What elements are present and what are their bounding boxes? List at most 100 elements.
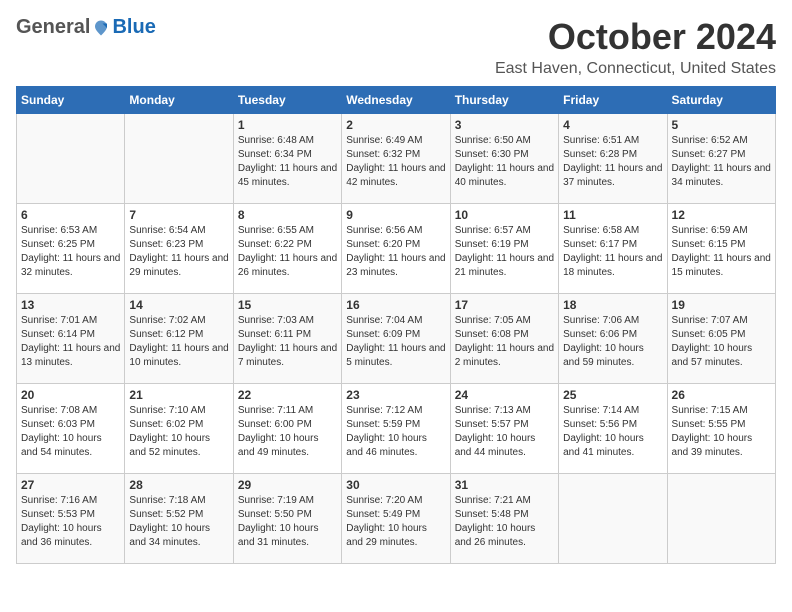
calendar-header-friday: Friday bbox=[559, 87, 667, 114]
day-number: 23 bbox=[346, 388, 445, 402]
day-info: Sunrise: 6:51 AM Sunset: 6:28 PM Dayligh… bbox=[563, 134, 662, 190]
day-info: Sunrise: 7:11 AM Sunset: 6:00 PM Dayligh… bbox=[238, 404, 337, 460]
calendar-cell: 22 Sunrise: 7:11 AM Sunset: 6:00 PM Dayli… bbox=[233, 384, 341, 474]
day-info: Sunrise: 7:07 AM Sunset: 6:05 PM Dayligh… bbox=[672, 314, 771, 370]
calendar-table: SundayMondayTuesdayWednesdayThursdayFrid… bbox=[16, 86, 776, 564]
calendar-header-row: SundayMondayTuesdayWednesdayThursdayFrid… bbox=[17, 87, 776, 114]
logo-general-text: General bbox=[16, 16, 90, 39]
day-info: Sunrise: 6:49 AM Sunset: 6:32 PM Dayligh… bbox=[346, 134, 445, 190]
calendar-cell: 25 Sunrise: 7:14 AM Sunset: 5:56 PM Dayli… bbox=[559, 384, 667, 474]
calendar-cell bbox=[17, 114, 125, 204]
calendar-cell bbox=[667, 474, 775, 564]
day-number: 13 bbox=[21, 298, 120, 312]
calendar-cell: 3 Sunrise: 6:50 AM Sunset: 6:30 PM Daylig… bbox=[450, 114, 558, 204]
day-number: 7 bbox=[129, 208, 228, 222]
calendar-cell: 30 Sunrise: 7:20 AM Sunset: 5:49 PM Dayli… bbox=[342, 474, 450, 564]
day-info: Sunrise: 6:59 AM Sunset: 6:15 PM Dayligh… bbox=[672, 224, 771, 280]
calendar-cell: 4 Sunrise: 6:51 AM Sunset: 6:28 PM Daylig… bbox=[559, 114, 667, 204]
day-info: Sunrise: 6:53 AM Sunset: 6:25 PM Dayligh… bbox=[21, 224, 120, 280]
calendar-cell: 29Sunrise: 7:19 AM Sunset: 5:50 PM Dayli… bbox=[233, 474, 341, 564]
day-number: 9 bbox=[346, 208, 445, 222]
calendar-cell: 16 Sunrise: 7:04 AM Sunset: 6:09 PM Dayli… bbox=[342, 294, 450, 384]
calendar-cell: 10 Sunrise: 6:57 AM Sunset: 6:19 PM Dayli… bbox=[450, 204, 558, 294]
day-info: Sunrise: 7:15 AM Sunset: 5:55 PM Dayligh… bbox=[672, 404, 771, 460]
day-number: 8 bbox=[238, 208, 337, 222]
calendar-cell: 1Sunrise: 6:48 AM Sunset: 6:34 PM Daylig… bbox=[233, 114, 341, 204]
day-info: Sunrise: 6:57 AM Sunset: 6:19 PM Dayligh… bbox=[455, 224, 554, 280]
calendar-cell: 23 Sunrise: 7:12 AM Sunset: 5:59 PM Dayli… bbox=[342, 384, 450, 474]
day-number: 21 bbox=[129, 388, 228, 402]
calendar-cell: 24 Sunrise: 7:13 AM Sunset: 5:57 PM Dayli… bbox=[450, 384, 558, 474]
day-number: 12 bbox=[672, 208, 771, 222]
logo-blue-text: Blue bbox=[112, 16, 155, 39]
day-info: Sunrise: 6:50 AM Sunset: 6:30 PM Dayligh… bbox=[455, 134, 554, 190]
day-info: Sunrise: 7:21 AM Sunset: 5:48 PM Dayligh… bbox=[455, 494, 554, 550]
calendar-cell: 17 Sunrise: 7:05 AM Sunset: 6:08 PM Dayli… bbox=[450, 294, 558, 384]
calendar-cell bbox=[125, 114, 233, 204]
calendar-cell: 27Sunrise: 7:16 AM Sunset: 5:53 PM Dayli… bbox=[17, 474, 125, 564]
calendar-cell: 28Sunrise: 7:18 AM Sunset: 5:52 PM Dayli… bbox=[125, 474, 233, 564]
logo-icon bbox=[92, 19, 110, 37]
day-info: Sunrise: 7:08 AM Sunset: 6:03 PM Dayligh… bbox=[21, 404, 120, 460]
calendar-cell: 18Sunrise: 7:06 AM Sunset: 6:06 PM Dayli… bbox=[559, 294, 667, 384]
day-info: Sunrise: 6:52 AM Sunset: 6:27 PM Dayligh… bbox=[672, 134, 771, 190]
day-number: 24 bbox=[455, 388, 554, 402]
calendar-cell: 5 Sunrise: 6:52 AM Sunset: 6:27 PM Daylig… bbox=[667, 114, 775, 204]
title-block: October 2024 East Haven, Connecticut, Un… bbox=[495, 16, 776, 78]
day-number: 25 bbox=[563, 388, 662, 402]
day-info: Sunrise: 7:02 AM Sunset: 6:12 PM Dayligh… bbox=[129, 314, 228, 370]
day-info: Sunrise: 7:05 AM Sunset: 6:08 PM Dayligh… bbox=[455, 314, 554, 370]
month-title: October 2024 bbox=[495, 16, 776, 58]
calendar-header-monday: Monday bbox=[125, 87, 233, 114]
day-info: Sunrise: 7:19 AM Sunset: 5:50 PM Dayligh… bbox=[238, 494, 337, 550]
day-info: Sunrise: 7:20 AM Sunset: 5:49 PM Dayligh… bbox=[346, 494, 445, 550]
calendar-cell: 21 Sunrise: 7:10 AM Sunset: 6:02 PM Dayli… bbox=[125, 384, 233, 474]
logo: General Blue bbox=[16, 16, 156, 39]
calendar-week-row: 27Sunrise: 7:16 AM Sunset: 5:53 PM Dayli… bbox=[17, 474, 776, 564]
day-info: Sunrise: 6:58 AM Sunset: 6:17 PM Dayligh… bbox=[563, 224, 662, 280]
day-number: 6 bbox=[21, 208, 120, 222]
day-info: Sunrise: 7:01 AM Sunset: 6:14 PM Dayligh… bbox=[21, 314, 120, 370]
calendar-cell: 12 Sunrise: 6:59 AM Sunset: 6:15 PM Dayli… bbox=[667, 204, 775, 294]
day-number: 17 bbox=[455, 298, 554, 312]
day-info: Sunrise: 7:10 AM Sunset: 6:02 PM Dayligh… bbox=[129, 404, 228, 460]
calendar-header-tuesday: Tuesday bbox=[233, 87, 341, 114]
day-info: Sunrise: 6:54 AM Sunset: 6:23 PM Dayligh… bbox=[129, 224, 228, 280]
calendar-cell: 19Sunrise: 7:07 AM Sunset: 6:05 PM Dayli… bbox=[667, 294, 775, 384]
calendar-cell: 20Sunrise: 7:08 AM Sunset: 6:03 PM Dayli… bbox=[17, 384, 125, 474]
calendar-cell bbox=[559, 474, 667, 564]
page-header: General Blue October 2024 East Haven, Co… bbox=[16, 16, 776, 78]
calendar-header-saturday: Saturday bbox=[667, 87, 775, 114]
day-info: Sunrise: 6:55 AM Sunset: 6:22 PM Dayligh… bbox=[238, 224, 337, 280]
day-number: 30 bbox=[346, 478, 445, 492]
day-info: Sunrise: 7:14 AM Sunset: 5:56 PM Dayligh… bbox=[563, 404, 662, 460]
calendar-cell: 26Sunrise: 7:15 AM Sunset: 5:55 PM Dayli… bbox=[667, 384, 775, 474]
day-number: 18 bbox=[563, 298, 662, 312]
location-title: East Haven, Connecticut, United States bbox=[495, 60, 776, 78]
day-number: 22 bbox=[238, 388, 337, 402]
calendar-cell: 31 Sunrise: 7:21 AM Sunset: 5:48 PM Dayli… bbox=[450, 474, 558, 564]
calendar-header-thursday: Thursday bbox=[450, 87, 558, 114]
calendar-cell: 6 Sunrise: 6:53 AM Sunset: 6:25 PM Daylig… bbox=[17, 204, 125, 294]
calendar-cell: 13 Sunrise: 7:01 AM Sunset: 6:14 PM Dayli… bbox=[17, 294, 125, 384]
day-info: Sunrise: 6:56 AM Sunset: 6:20 PM Dayligh… bbox=[346, 224, 445, 280]
day-number: 3 bbox=[455, 118, 554, 132]
day-info: Sunrise: 7:04 AM Sunset: 6:09 PM Dayligh… bbox=[346, 314, 445, 370]
calendar-week-row: 20Sunrise: 7:08 AM Sunset: 6:03 PM Dayli… bbox=[17, 384, 776, 474]
calendar-cell: 9 Sunrise: 6:56 AM Sunset: 6:20 PM Daylig… bbox=[342, 204, 450, 294]
day-number: 5 bbox=[672, 118, 771, 132]
day-number: 11 bbox=[563, 208, 662, 222]
calendar-week-row: 6 Sunrise: 6:53 AM Sunset: 6:25 PM Daylig… bbox=[17, 204, 776, 294]
calendar-cell: 14Sunrise: 7:02 AM Sunset: 6:12 PM Dayli… bbox=[125, 294, 233, 384]
day-info: Sunrise: 7:03 AM Sunset: 6:11 PM Dayligh… bbox=[238, 314, 337, 370]
day-info: Sunrise: 7:16 AM Sunset: 5:53 PM Dayligh… bbox=[21, 494, 120, 550]
day-number: 31 bbox=[455, 478, 554, 492]
day-info: Sunrise: 7:12 AM Sunset: 5:59 PM Dayligh… bbox=[346, 404, 445, 460]
calendar-cell: 7 Sunrise: 6:54 AM Sunset: 6:23 PM Daylig… bbox=[125, 204, 233, 294]
day-info: Sunrise: 7:13 AM Sunset: 5:57 PM Dayligh… bbox=[455, 404, 554, 460]
day-number: 16 bbox=[346, 298, 445, 312]
calendar-cell: 8 Sunrise: 6:55 AM Sunset: 6:22 PM Daylig… bbox=[233, 204, 341, 294]
calendar-week-row: 1Sunrise: 6:48 AM Sunset: 6:34 PM Daylig… bbox=[17, 114, 776, 204]
day-number: 10 bbox=[455, 208, 554, 222]
day-number: 4 bbox=[563, 118, 662, 132]
